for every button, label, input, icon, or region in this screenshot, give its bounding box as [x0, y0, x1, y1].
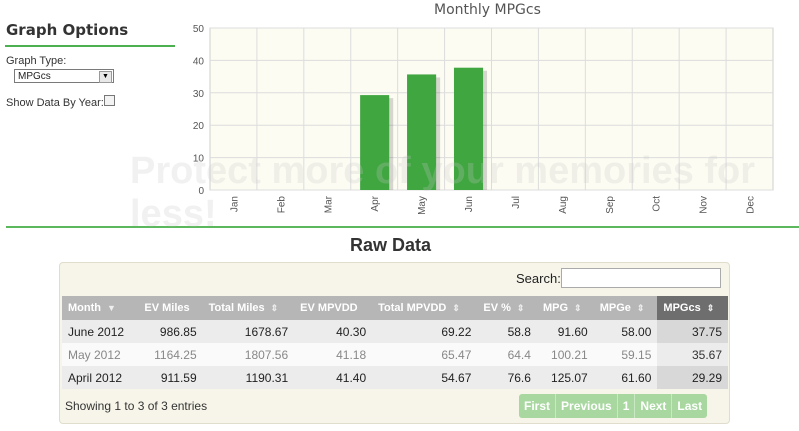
show-by-year-checkbox[interactable] [104, 95, 115, 106]
cell-mpgcs: 35.67 [657, 343, 728, 366]
cell-mpg: 100.21 [536, 343, 594, 366]
y-tick-label: 0 [198, 186, 204, 197]
col-header-month[interactable]: Month ▼ [62, 296, 139, 320]
graph-type-value: MPGcs [18, 71, 51, 82]
y-tick-label: 50 [193, 24, 205, 35]
cell-ev-miles: 986.85 [138, 320, 203, 343]
divider [5, 45, 175, 47]
graph-type-select[interactable]: MPGcs ▼ [14, 69, 114, 83]
cell-mpge: 58.00 [593, 320, 658, 343]
show-by-year-label: Show Data By Year: [6, 97, 104, 109]
chevron-down-icon[interactable]: ▼ [99, 71, 112, 83]
table-row: June 2012 986.85 1678.67 40.30 69.22 58.… [62, 320, 728, 343]
raw-data-title: Raw Data [350, 235, 432, 255]
cell-mpg: 91.60 [536, 320, 594, 343]
col-header-mpgcs[interactable]: MPGcs ⇕ [657, 296, 728, 320]
cell-ev-percent: 58.8 [477, 320, 537, 343]
cell-month: May 2012 [62, 343, 139, 366]
x-tick-label: Mar [323, 195, 334, 213]
search-label: Search: [516, 271, 561, 286]
cell-mpgcs: 29.29 [657, 366, 728, 389]
x-tick-label: Jun [464, 196, 475, 212]
cell-total-mpvdd: 54.67 [372, 366, 478, 389]
cell-mpge: 59.15 [593, 343, 658, 366]
col-header-ev-mpvdd[interactable]: EV MPVDD [294, 296, 373, 320]
y-tick-label: 20 [193, 121, 205, 132]
y-tick-label: 30 [193, 89, 205, 100]
graph-options-title: Graph Options [6, 21, 129, 39]
x-tick-label: Jan [229, 196, 240, 212]
sort-icon: ⇕ [574, 303, 582, 313]
cell-mpge: 61.60 [593, 366, 658, 389]
cell-total-miles: 1807.56 [202, 343, 295, 366]
table-header-row: Month ▼ EV Miles Total Miles ⇕ EV MPVDD To… [62, 296, 728, 320]
cell-ev-mpvdd: 40.30 [294, 320, 373, 343]
cell-total-mpvdd: 69.22 [372, 320, 478, 343]
col-header-ev-miles[interactable]: EV Miles [138, 296, 203, 320]
y-tick-label: 40 [193, 56, 205, 67]
monthly-mpgcs-chart: 0 10 20 30 40 50 Jan Feb Mar Apr May Jun Jul Aug Sep Oc… [193, 24, 774, 215]
cell-ev-miles: 911.59 [138, 366, 203, 389]
cell-total-miles: 1678.67 [202, 320, 295, 343]
x-tick-label: Sep [605, 196, 616, 214]
table-row: April 2012 911.59 1190.31 41.40 54.67 76… [62, 366, 728, 389]
cell-ev-miles: 1164.25 [138, 343, 203, 366]
x-tick-label: May [417, 196, 428, 215]
last-page-button[interactable]: Last [672, 394, 708, 418]
pagination: First Previous 1 Next Last [519, 394, 708, 418]
first-page-button[interactable]: First [519, 394, 557, 418]
sort-icon: ⇕ [706, 303, 715, 313]
sort-icon: ⇕ [270, 303, 279, 313]
col-header-mpge[interactable]: MPGe ⇕ [593, 296, 658, 320]
bar [453, 67, 484, 190]
page-1-button[interactable]: 1 [617, 394, 636, 418]
x-tick-label: Apr [370, 195, 381, 211]
y-tick-label: 10 [193, 154, 205, 165]
x-tick-label: Dec [746, 196, 757, 214]
cell-total-mpvdd: 65.47 [372, 343, 478, 366]
col-header-total-mpvdd[interactable]: Total MPVDD ⇕ [372, 296, 478, 320]
raw-data-table: Month ▼ EV Miles Total Miles ⇕ EV MPVDD To… [62, 296, 728, 389]
cell-month: June 2012 [62, 320, 139, 343]
section-divider [6, 226, 799, 228]
graph-type-label: Graph Type: [6, 55, 67, 67]
x-tick-label: Feb [276, 196, 287, 214]
x-tick-label: Nov [699, 196, 710, 214]
x-tick-label: Aug [558, 196, 569, 214]
cell-ev-percent: 76.6 [477, 366, 537, 389]
search-input[interactable] [561, 268, 721, 288]
cell-mpg: 125.07 [536, 366, 594, 389]
col-header-mpg[interactable]: MPG ⇕ [536, 296, 594, 320]
cell-total-miles: 1190.31 [202, 366, 295, 389]
cell-ev-percent: 64.4 [477, 343, 537, 366]
sort-icon: ⇕ [516, 303, 525, 313]
table-info: Showing 1 to 3 of 3 entries [65, 399, 208, 413]
sort-icon: ▼ [106, 303, 116, 313]
col-header-total-miles[interactable]: Total Miles ⇕ [202, 296, 295, 320]
x-tick-label: Jul [511, 196, 522, 209]
cell-ev-mpvdd: 41.40 [294, 366, 373, 389]
sort-icon: ⇕ [636, 303, 645, 313]
cell-mpgcs: 37.75 [657, 320, 728, 343]
previous-page-button[interactable]: Previous [556, 394, 618, 418]
next-page-button[interactable]: Next [635, 394, 673, 418]
x-tick-label: Oct [652, 196, 663, 212]
col-header-ev-percent[interactable]: EV % ⇕ [477, 296, 537, 320]
bar [360, 95, 390, 190]
cell-month: April 2012 [62, 366, 139, 389]
bar [407, 74, 437, 190]
sort-icon: ⇕ [452, 303, 460, 313]
cell-ev-mpvdd: 41.18 [294, 343, 373, 366]
table-row: May 2012 1164.25 1807.56 41.18 65.47 64.… [62, 343, 728, 366]
